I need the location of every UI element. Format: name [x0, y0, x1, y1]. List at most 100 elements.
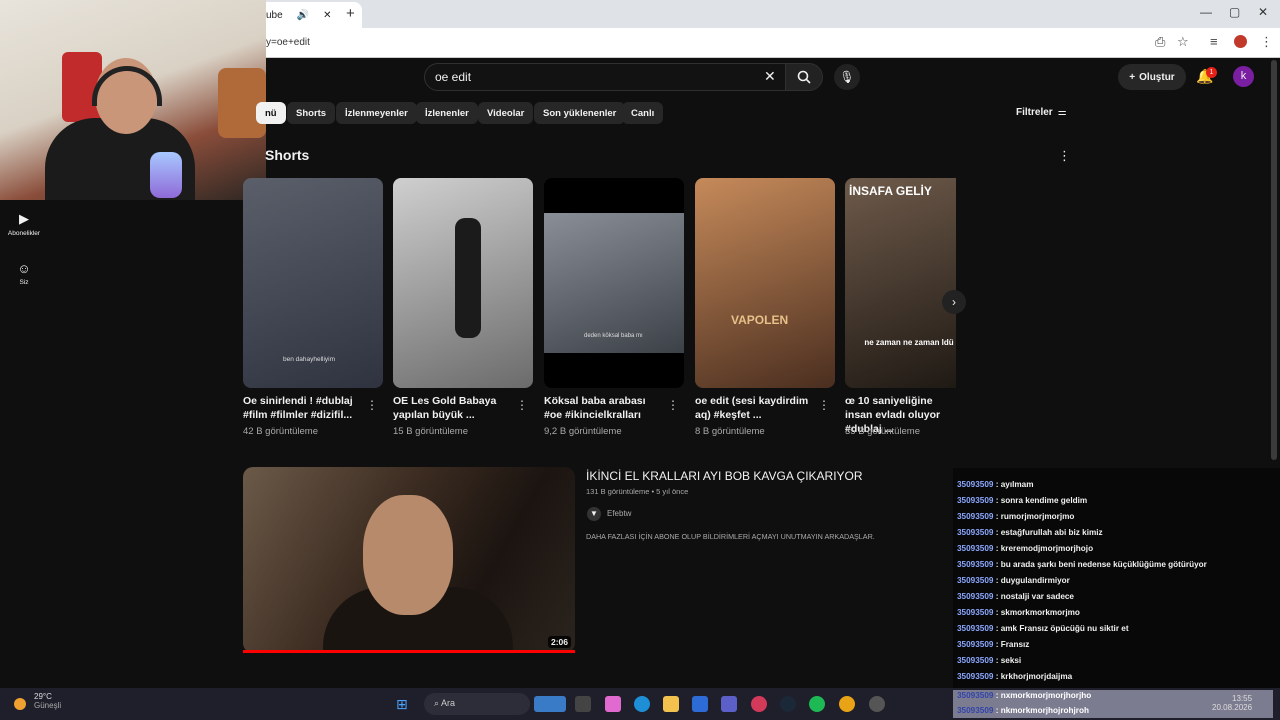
- short-views: 15 B görüntüleme: [393, 426, 468, 437]
- chip-all[interactable]: nü: [256, 102, 286, 124]
- weather-temp: 29°C: [34, 692, 52, 701]
- chat-text: krkhorjmorjdaijma: [1000, 672, 1073, 681]
- taskbar-search[interactable]: ⌕ Ara: [424, 693, 530, 715]
- chat-text: nxmorkmorjmorjhorjho: [1000, 691, 1092, 700]
- chat-user: 35093509: [957, 624, 994, 633]
- kebab-menu-icon[interactable]: ⋮: [366, 398, 378, 412]
- search-label: Ara: [441, 698, 456, 708]
- maximize-button[interactable]: ▢: [1229, 5, 1240, 19]
- new-tab-button[interactable]: +: [346, 5, 355, 22]
- video-meta: 131 B görüntüleme • 5 yıl önce: [586, 487, 689, 496]
- chat-user: 35093509: [957, 496, 994, 505]
- kebab-menu-icon[interactable]: ⋮: [1260, 34, 1273, 50]
- chat-message: 35093509 : krkhorjmorjdaijma: [957, 672, 1073, 681]
- chat-message: 35093509 : duygulandirmiyor: [957, 576, 1070, 585]
- chat-message: 35093509 : sonra kendime geldim: [957, 496, 1088, 505]
- chat-text: duygulandirmiyor: [1000, 576, 1070, 585]
- media-control-icon[interactable]: ≡: [1210, 34, 1218, 49]
- chat-message: 35093509 : ayılmam: [957, 480, 1034, 489]
- close-window-button[interactable]: ✕: [1258, 5, 1268, 19]
- tab-close-icon[interactable]: ✕: [323, 10, 331, 21]
- create-button[interactable]: + Oluştur: [1118, 64, 1186, 90]
- chip-unwatched[interactable]: İzlenmeyenler: [336, 102, 417, 124]
- chat-message: 35093509 : rumorjmorjmorjmo: [957, 512, 1075, 521]
- chat-user: 35093509: [957, 544, 994, 553]
- url-field[interactable]: y=oe+edit: [266, 37, 310, 48]
- windows-start-icon[interactable]: ⊞: [396, 696, 412, 712]
- chat-text: bu arada şarkı beni nedense küçüklüğüme …: [1000, 560, 1207, 569]
- short-title[interactable]: Oe sinirlendi ! #dublaj #film #filmler #…: [243, 394, 365, 422]
- edge-icon[interactable]: [634, 696, 650, 712]
- short-title[interactable]: OE Les Gold Babaya yapılan büyük ...: [393, 394, 515, 422]
- walking-man: [455, 218, 481, 338]
- weather-widget[interactable]: 29°C Güneşli: [14, 692, 61, 710]
- bookmark-star-icon[interactable]: ☆: [1177, 34, 1189, 50]
- short-views: 42 B görüntüleme: [243, 426, 318, 437]
- watch-progress-bar: [243, 650, 575, 653]
- kebab-menu-icon[interactable]: ⋮: [516, 398, 528, 412]
- kebab-menu-icon[interactable]: ⋮: [818, 398, 830, 412]
- profile-avatar[interactable]: [1234, 35, 1247, 48]
- chip-videos[interactable]: Videolar: [478, 102, 534, 124]
- thumb-face: [363, 495, 453, 615]
- app-icon[interactable]: [869, 696, 885, 712]
- speaker-icon[interactable]: 🔊: [297, 10, 309, 21]
- short-thumbnail-3[interactable]: deden köksal baba mı: [544, 178, 684, 388]
- outlook-icon[interactable]: [692, 696, 708, 712]
- chat-user: 35093509: [957, 640, 994, 649]
- video-thumbnail[interactable]: [243, 467, 575, 653]
- filters-button[interactable]: Filtreler ⚌: [1016, 107, 1067, 118]
- chrome-icon[interactable]: [839, 696, 855, 712]
- steam-icon[interactable]: [780, 696, 796, 712]
- kebab-menu-icon[interactable]: ⋮: [667, 398, 679, 412]
- widget-icon[interactable]: [534, 696, 566, 712]
- thumb-bg: [544, 213, 684, 353]
- short-title[interactable]: Köksal baba arabası #oe #ikincielkrallar…: [544, 394, 666, 422]
- search-input[interactable]: oe edit: [424, 63, 786, 91]
- chip-live[interactable]: Canlı: [622, 102, 664, 124]
- chat-message: 35093509 : Fransız: [957, 640, 1030, 649]
- short-title[interactable]: oe edit (sesi kaydirdim aq) #keşfet ...: [695, 394, 817, 422]
- chip-shorts[interactable]: Shorts: [287, 102, 336, 124]
- clock-date: 20.08.2026: [1212, 703, 1253, 712]
- thumb-caption: deden köksal baba mı: [584, 333, 643, 339]
- short-thumbnail-1[interactable]: ben dahayhelliyim: [243, 178, 383, 388]
- opera-icon[interactable]: [751, 696, 767, 712]
- page-scrollbar[interactable]: [1271, 60, 1277, 460]
- search-icon: ⌕: [434, 698, 442, 708]
- short-views: 9,2 B görüntüleme: [544, 426, 622, 437]
- video-title[interactable]: İKİNCİ EL KRALLARI AYI BOB KAVGA ÇIKARIY…: [586, 469, 863, 483]
- chat-user: 35093509: [957, 706, 994, 715]
- shorts-section-title: Shorts: [265, 147, 310, 163]
- avatar[interactable]: k: [1233, 66, 1254, 87]
- spotify-icon[interactable]: [809, 696, 825, 712]
- channel-avatar[interactable]: ▼: [587, 507, 601, 521]
- tab-title: ube: [266, 9, 283, 21]
- sidebar-item-subscriptions[interactable]: ▶ Abonelikler: [0, 211, 48, 237]
- chat-message: 35093509 : amk Fransız öpücüğü nu siktir…: [957, 624, 1129, 633]
- copilot-icon[interactable]: [605, 696, 621, 712]
- mic-icon[interactable]: 🎙: [834, 64, 860, 90]
- clear-search-icon[interactable]: ✕: [764, 68, 776, 85]
- video-description: DAHA FAZLASI İÇİN ABONE OLUP BİLDİRİMLER…: [586, 532, 875, 541]
- channel-name[interactable]: Efebtw: [607, 509, 631, 518]
- install-icon[interactable]: ⎙: [1155, 34, 1165, 50]
- short-thumbnail-4[interactable]: VAPOLEN: [695, 178, 835, 388]
- sidebar-item-you[interactable]: ☺ Siz: [0, 261, 48, 286]
- file-explorer-icon[interactable]: [663, 696, 679, 712]
- short-thumbnail-5[interactable]: İNSAFA GELİY ne zaman ne zaman ldü: [845, 178, 956, 388]
- taskbar-clock[interactable]: 13:55 20.08.2026: [1212, 694, 1252, 712]
- chip-watched[interactable]: İzlenenler: [416, 102, 478, 124]
- task-view-icon[interactable]: [575, 696, 591, 712]
- short-views: 35 B görüntüleme: [845, 426, 920, 437]
- chat-text: Fransız: [1000, 640, 1030, 649]
- filters-label: Filtreler: [1016, 107, 1053, 118]
- chevron-right-icon[interactable]: ›: [942, 290, 966, 314]
- chip-recent[interactable]: Son yüklenenler: [534, 102, 626, 124]
- minimize-button[interactable]: —: [1200, 5, 1212, 19]
- search-button[interactable]: [785, 63, 823, 91]
- thumb-subtitle: ne zaman ne zaman ldü: [864, 338, 954, 347]
- teams-icon[interactable]: [721, 696, 737, 712]
- kebab-menu-icon[interactable]: ⋮: [1058, 148, 1071, 164]
- short-thumbnail-2[interactable]: [393, 178, 533, 388]
